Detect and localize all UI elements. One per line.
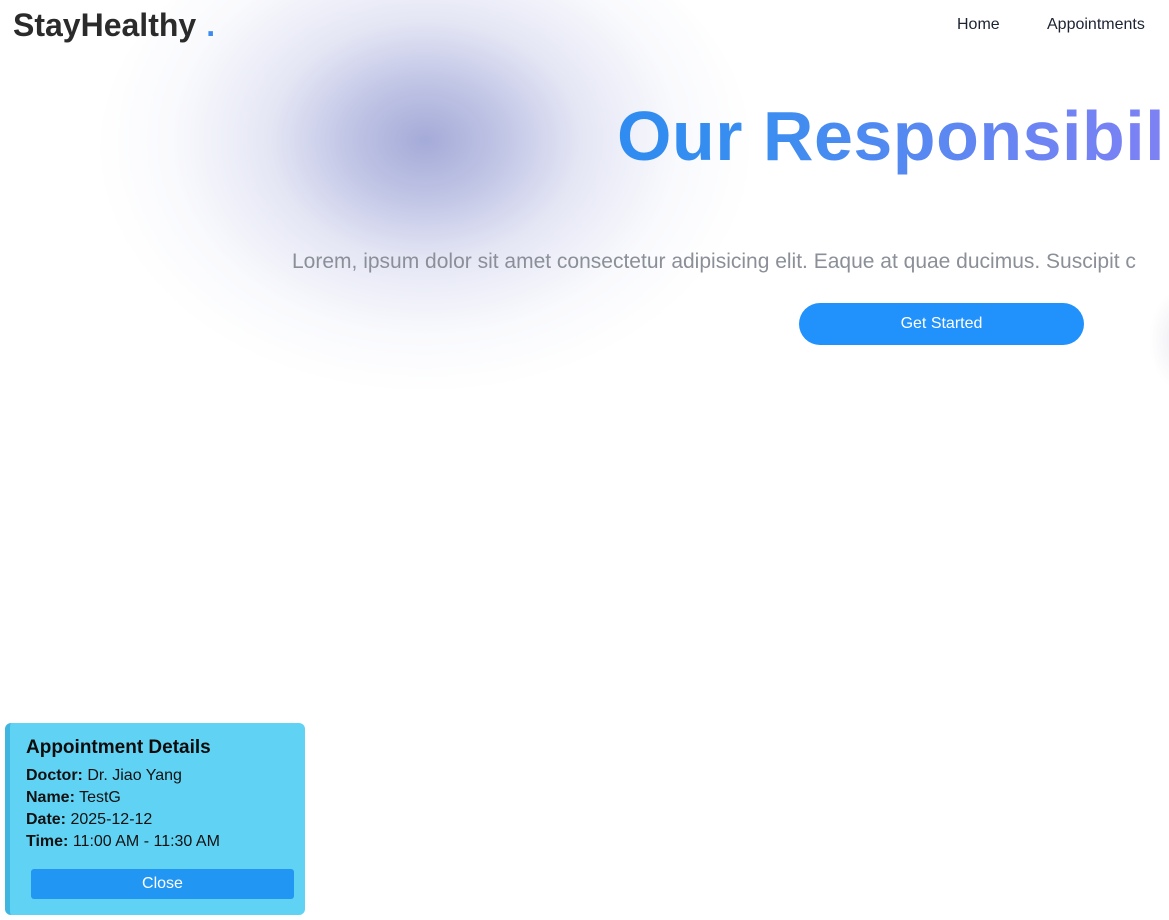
brand-name: StayHealthy [13, 7, 197, 43]
appointment-details-card: Appointment Details Doctor: Dr. Jiao Yan… [5, 723, 305, 915]
appointment-name-row: Name: TestG [26, 787, 289, 809]
brand-logo[interactable]: StayHealthy. [13, 7, 215, 44]
appointment-time-row: Time: 11:00 AM - 11:30 AM [26, 831, 289, 853]
date-value: 2025-12-12 [70, 811, 153, 828]
name-label: Name: [26, 789, 75, 806]
nav-link-home[interactable]: Home [957, 16, 1000, 34]
page: StayHealthy. Home Appointments Our Respo… [0, 0, 1169, 920]
time-value: 11:00 AM - 11:30 AM [72, 833, 220, 850]
time-label: Time: [26, 833, 69, 850]
appointment-card-title: Appointment Details [26, 737, 211, 758]
doctor-value: Dr. Jiao Yang [87, 767, 182, 784]
doctor-label: Doctor: [26, 767, 83, 784]
decorative-blur-blob [100, 0, 750, 390]
hero-title: Our Responsibil [617, 97, 1166, 175]
navbar: StayHealthy. Home Appointments [0, 0, 1169, 52]
appointment-date-row: Date: 2025-12-12 [26, 809, 289, 831]
appointment-doctor-row: Doctor: Dr. Jiao Yang [26, 765, 289, 787]
nav-link-appointments[interactable]: Appointments [1047, 16, 1145, 34]
date-label: Date: [26, 811, 67, 828]
name-value: TestG [79, 789, 121, 806]
hero-description: Lorem, ipsum dolor sit amet consectetur … [292, 250, 1136, 273]
close-button[interactable]: Close [31, 869, 294, 899]
decorative-edge-shadow [1149, 290, 1169, 390]
get-started-button[interactable]: Get Started [799, 303, 1084, 345]
brand-dot: . [206, 7, 216, 43]
